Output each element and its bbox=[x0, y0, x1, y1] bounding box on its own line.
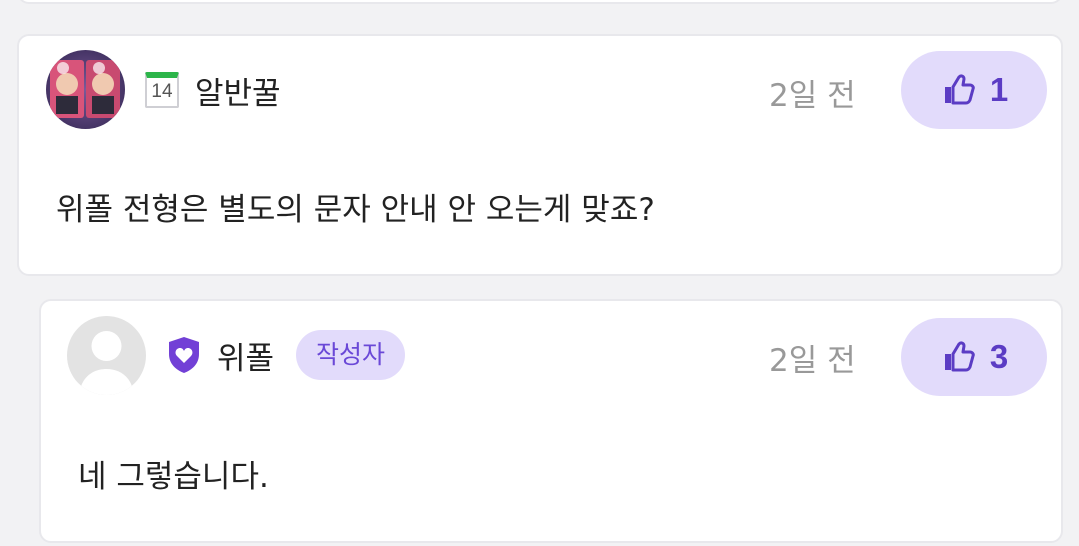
reply-card: 위폴 작성자 2일 전 3 네 그렇습니다. bbox=[39, 299, 1063, 543]
user-avatar[interactable] bbox=[46, 50, 125, 129]
thumbs-up-icon bbox=[944, 74, 975, 105]
user-avatar[interactable] bbox=[67, 316, 146, 395]
shield-heart-icon bbox=[169, 337, 199, 373]
username[interactable]: 알반꿀 bbox=[195, 68, 281, 113]
comment-text: 네 그렇습니다. bbox=[78, 459, 269, 495]
author-row: 위폴 작성자 bbox=[165, 330, 406, 380]
author-row: 14 알반꿀 bbox=[145, 68, 281, 112]
timestamp: 2일 전 bbox=[769, 343, 856, 379]
like-count: 3 bbox=[989, 338, 1009, 375]
comment-card: 14 알반꿀 2일 전 1 위폴 전형은 별도의 문자 안내 안 오는게 맞죠? bbox=[17, 34, 1063, 276]
author-badge: 작성자 bbox=[296, 330, 406, 380]
default-avatar-icon bbox=[67, 316, 146, 395]
thumbs-up-icon bbox=[944, 341, 975, 372]
avatar-photo-icon bbox=[46, 50, 125, 129]
timestamp: 2일 전 bbox=[769, 78, 856, 114]
level-badge-number: 14 bbox=[151, 81, 173, 102]
comment-text: 위폴 전형은 별도의 문자 안내 안 오는게 맞죠? bbox=[56, 192, 655, 228]
previous-comment-card bbox=[17, 0, 1063, 4]
username[interactable]: 위폴 bbox=[217, 333, 274, 378]
like-button[interactable]: 3 bbox=[901, 318, 1047, 396]
like-button[interactable]: 1 bbox=[901, 51, 1047, 129]
like-count: 1 bbox=[989, 71, 1009, 108]
level-badge-icon: 14 bbox=[145, 72, 179, 108]
